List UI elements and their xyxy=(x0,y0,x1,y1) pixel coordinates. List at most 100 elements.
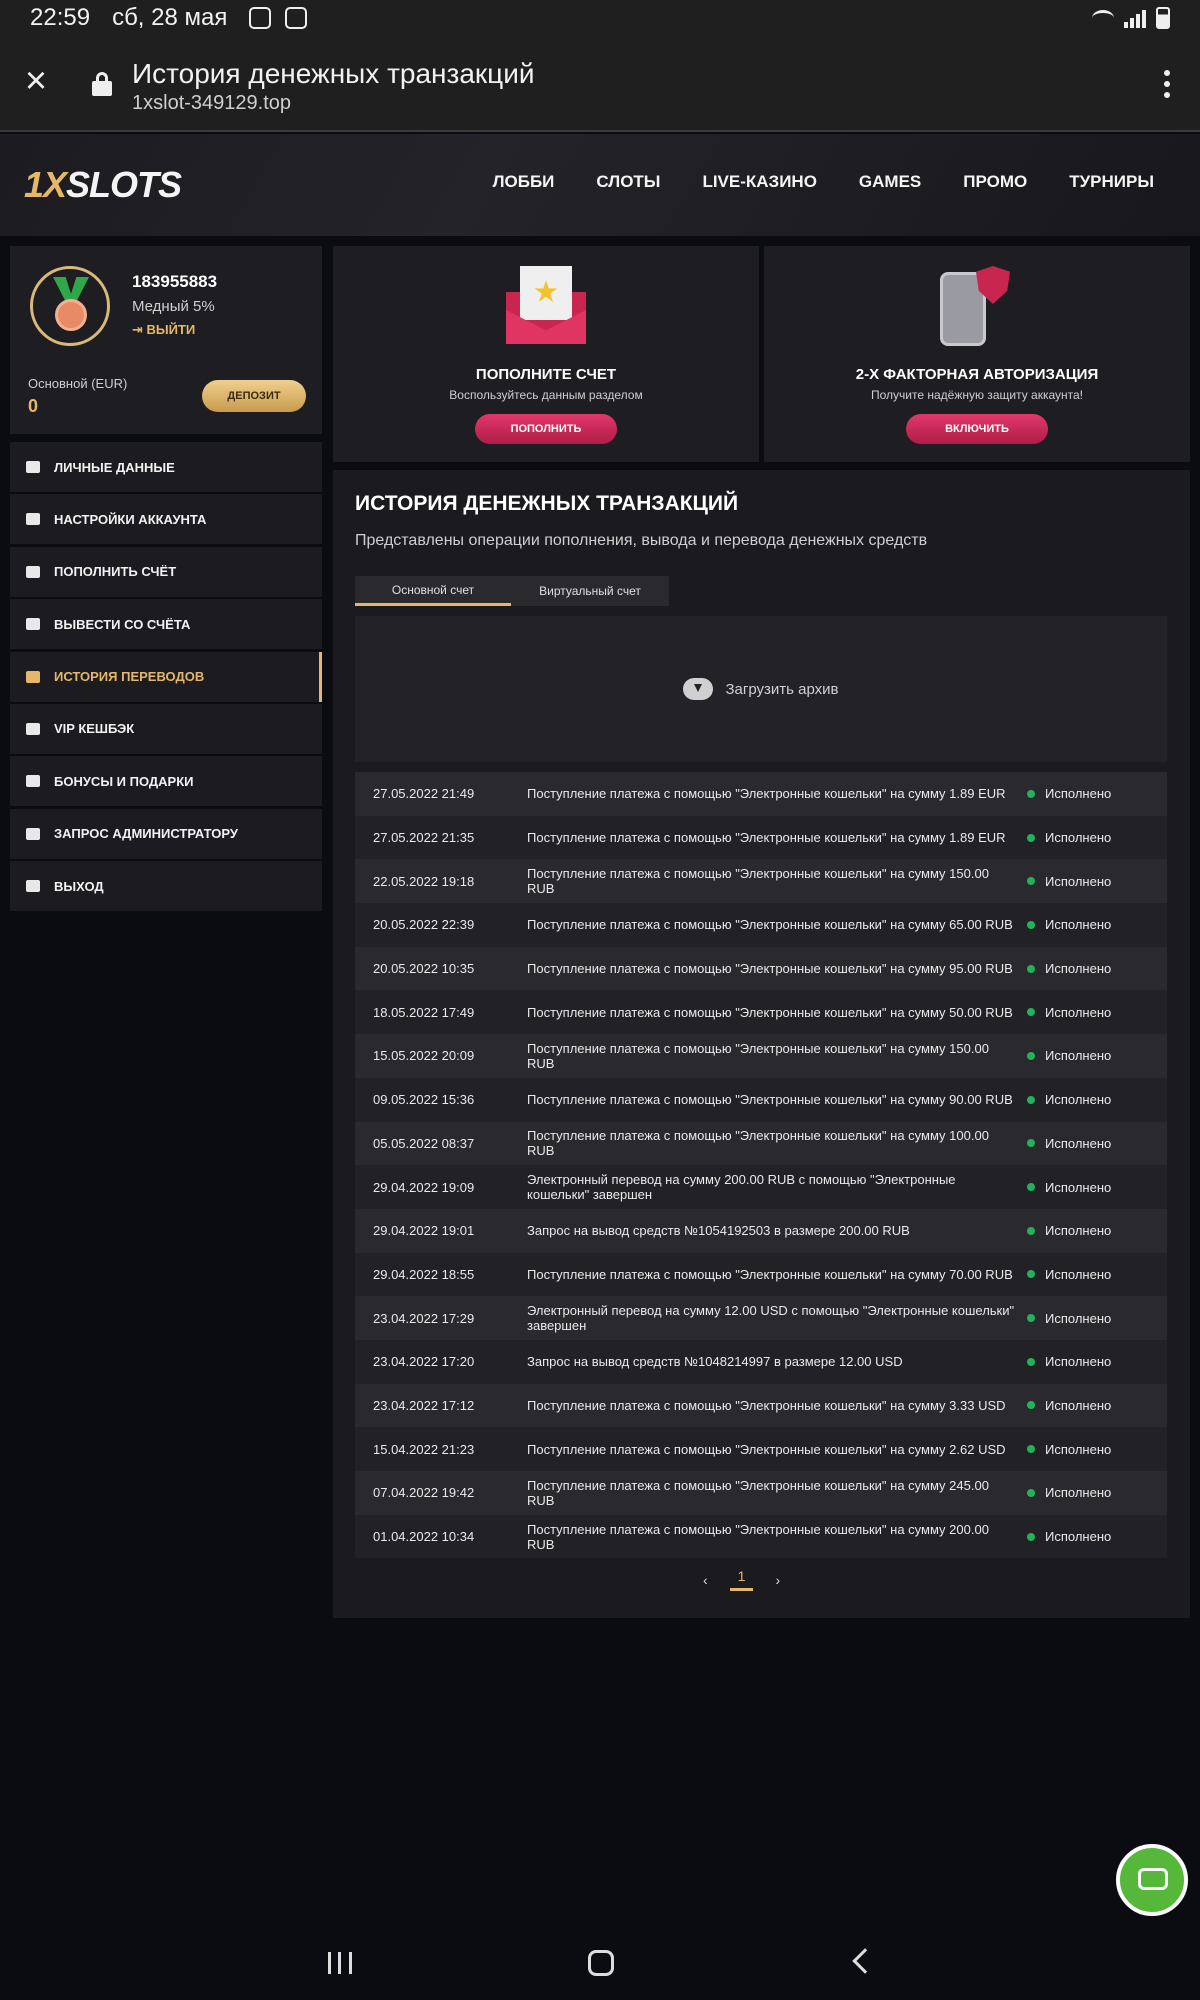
row-description: Поступление платежа с помощью "Электронн… xyxy=(527,786,1006,802)
status-dot-icon xyxy=(1027,1051,1035,1060)
site-logo[interactable]: 1XSLOTS xyxy=(24,164,182,206)
tab-main-account[interactable]: Основной счет xyxy=(355,576,511,606)
table-row: 22.05.2022 19:18 Поступление платежа с по… xyxy=(355,859,1167,904)
chat-support-button[interactable] xyxy=(1116,1844,1188,1916)
system-nav-bar xyxy=(0,1930,1200,2000)
status-dot-icon xyxy=(1027,920,1035,929)
row-status-label: Исполнено xyxy=(1045,1529,1112,1545)
row-status: Исполнено xyxy=(1023,1267,1167,1282)
status-dot-icon xyxy=(1027,1357,1035,1366)
table-row: 09.05.2022 15:36 Поступление платежа с по… xyxy=(355,1077,1167,1122)
row-description: Поступление платежа с помощью "Электронн… xyxy=(527,866,989,897)
signal-icon xyxy=(1124,8,1146,28)
status-dot-icon xyxy=(1027,964,1035,973)
crown-icon xyxy=(26,722,40,735)
table-row: 23.04.2022 17:20 Запрос на вывод средств … xyxy=(355,1339,1167,1384)
nav-live-casino[interactable]: LIVE-КАЗИНО xyxy=(702,172,816,192)
twofa-card-title: 2-Х ФАКТОРНАЯ АВТОРИЗАЦИЯ xyxy=(855,366,1099,383)
menu-item-deposit[interactable]: ПОПОЛНИТЬ СЧЁТ xyxy=(10,546,322,597)
menu-item-account-settings[interactable]: НАСТРОЙКИ АККАУНТА xyxy=(10,494,322,545)
row-description: Поступление платежа с помощью "Электронн… xyxy=(527,1128,989,1159)
status-dot-icon xyxy=(1027,833,1035,842)
deposit-card-title: ПОПОЛНИТЕ СЧЕТ xyxy=(475,366,617,383)
table-row: 23.04.2022 17:12 Поступление платежа с по… xyxy=(355,1383,1167,1428)
table-row: 01.04.2022 10:34 Поступление платежа с по… xyxy=(355,1514,1167,1559)
logout-link[interactable]: ⇥ ВЫЙТИ xyxy=(132,322,195,338)
lock-icon[interactable] xyxy=(92,72,112,96)
row-status: Исполнено xyxy=(1023,1398,1167,1413)
row-date: 23.04.2022 17:29 xyxy=(373,1310,475,1326)
more-options-icon[interactable] xyxy=(1164,70,1170,103)
row-status: Исполнено xyxy=(1023,1529,1167,1544)
status-dot-icon xyxy=(1027,789,1035,798)
chat-bubble-icon xyxy=(1138,1868,1168,1890)
row-status-label: Исполнено xyxy=(1045,1354,1112,1370)
row-description: Поступление платежа с помощью "Электронн… xyxy=(527,961,1013,977)
enable-2fa-button[interactable]: ВКЛЮЧИТЬ xyxy=(906,414,1048,444)
site-header: 1XSLOTS ЛОББИ СЛОТЫ LIVE-КАЗИНО GAMES ПР… xyxy=(0,134,1200,236)
row-description: Запрос на вывод средств №1054192503 в ра… xyxy=(527,1223,910,1239)
menu-item-bonuses[interactable]: БОНУСЫ И ПОДАРКИ xyxy=(10,756,322,807)
menu-item-admin-request[interactable]: ЗАПРОС АДМИНИСТРАТОРУ xyxy=(10,808,322,859)
table-row: 27.05.2022 21:49 Поступление платежа с по… xyxy=(355,772,1167,816)
next-page-icon[interactable]: › xyxy=(775,1572,780,1588)
menu-item-personal-data[interactable]: ЛИЧНЫЕ ДАННЫЕ xyxy=(10,442,322,492)
row-status: Исполнено xyxy=(1023,874,1167,889)
tab-virtual-account[interactable]: Виртуальный счет xyxy=(511,576,669,606)
table-row: 15.04.2022 21:23 Поступление платежа с по… xyxy=(355,1427,1167,1471)
row-status-label: Исполнено xyxy=(1045,1092,1112,1108)
deposit-promo-card: ПОПОЛНИТЕ СЧЕТ Воспользуйтесь данным раз… xyxy=(333,246,759,462)
row-description: Поступление платежа с помощью "Электронн… xyxy=(527,1477,989,1508)
recents-icon[interactable] xyxy=(328,1952,352,1974)
transfer-arrows-icon xyxy=(26,670,40,683)
back-icon[interactable] xyxy=(852,1948,878,1974)
status-dot-icon xyxy=(1027,1488,1035,1497)
row-status-label: Исполнено xyxy=(1045,830,1112,846)
nav-games[interactable]: GAMES xyxy=(859,172,921,192)
nav-promo[interactable]: ПРОМО xyxy=(963,172,1027,192)
status-bar: 22:59 сб, 28 мая xyxy=(0,0,1200,36)
row-status-label: Исполнено xyxy=(1045,1048,1112,1064)
close-icon[interactable]: × xyxy=(20,62,52,100)
page-number[interactable]: 1 xyxy=(729,1568,754,1591)
nav-lobby[interactable]: ЛОББИ xyxy=(493,172,555,192)
envelope-star-icon xyxy=(506,266,586,344)
nav-tournaments[interactable]: ТУРНИРЫ xyxy=(1069,172,1154,192)
pagination: ‹ 1 › xyxy=(703,1568,780,1591)
cloud-download-icon xyxy=(683,678,714,700)
nav-slots[interactable]: СЛОТЫ xyxy=(596,172,660,192)
menu-item-exit[interactable]: ВЫХОД xyxy=(10,861,322,912)
balance-value: 0 xyxy=(28,396,39,416)
user-add-icon xyxy=(26,461,40,473)
deposit-card-subtitle: Воспользуйтесь данным разделом xyxy=(449,388,643,402)
browser-url[interactable]: 1xslot-349129.top xyxy=(132,92,291,115)
download-archive-label: Загрузить архив xyxy=(725,680,839,698)
status-dot-icon xyxy=(1027,1095,1035,1104)
wifi-icon xyxy=(1092,10,1114,26)
menu-item-vip-cashback[interactable]: VIP КЕШБЭК xyxy=(10,703,322,754)
row-date: 07.04.2022 19:42 xyxy=(373,1485,475,1501)
row-date: 27.05.2022 21:49 xyxy=(373,786,475,802)
main-nav: ЛОББИ СЛОТЫ LIVE-КАЗИНО GAMES ПРОМО ТУРН… xyxy=(493,172,1154,192)
row-status: Исполнено xyxy=(1023,1354,1167,1369)
exit-icon: ⇥ xyxy=(132,322,147,337)
gallery-notification-icon xyxy=(285,7,308,29)
gears-icon xyxy=(26,513,40,526)
row-status-label: Исполнено xyxy=(1045,1004,1112,1020)
status-time: 22:59 xyxy=(30,4,91,31)
upload-icon xyxy=(26,618,40,631)
top-up-button[interactable]: ПОПОЛНИТЬ xyxy=(475,414,617,444)
row-status-label: Исполнено xyxy=(1045,917,1112,933)
download-archive-button[interactable]: Загрузить архив xyxy=(355,616,1167,762)
menu-item-withdraw[interactable]: ВЫВЕСТИ СО СЧЁТА xyxy=(10,599,322,650)
deposit-button[interactable]: ДЕПОЗИТ xyxy=(202,380,306,412)
status-dot-icon xyxy=(1027,1401,1035,1410)
prev-page-icon[interactable]: ‹ xyxy=(703,1572,708,1588)
home-icon[interactable] xyxy=(588,1950,614,1976)
menu-item-transfer-history[interactable]: ИСТОРИЯ ПЕРЕВОДОВ xyxy=(10,651,322,702)
table-row: 29.04.2022 18:55 Поступление платежа с по… xyxy=(355,1252,1167,1297)
row-status: Исполнено xyxy=(1023,1311,1167,1326)
row-status-label: Исполнено xyxy=(1045,1266,1112,1282)
table-row: 18.05.2022 17:49 Поступление платежа с по… xyxy=(355,990,1167,1035)
row-status: Исполнено xyxy=(1023,1180,1167,1195)
